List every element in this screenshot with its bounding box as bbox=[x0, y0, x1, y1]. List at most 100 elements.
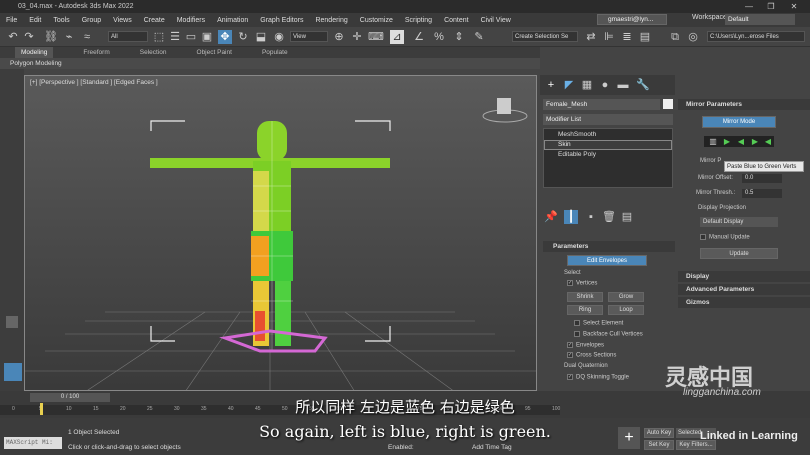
snaps-toggle-icon[interactable]: ⊿ bbox=[390, 30, 404, 44]
rotate-icon[interactable]: ↻ bbox=[236, 30, 250, 44]
reference-coordinate-dropdown[interactable]: View bbox=[290, 31, 328, 42]
mirror-icon[interactable]: ⇄ bbox=[584, 30, 598, 44]
mirror-offset-spinner[interactable]: 0.0 bbox=[742, 174, 782, 183]
make-unique-icon[interactable]: ▪ bbox=[584, 210, 598, 224]
view-cube[interactable] bbox=[482, 98, 528, 123]
stack-item-editable-poly[interactable]: Editable Poly bbox=[558, 151, 596, 158]
link-icon[interactable]: ⛓ bbox=[44, 30, 58, 44]
ribbon-tab-selection[interactable]: Selection bbox=[140, 47, 167, 58]
stack-item-skin[interactable]: Skin bbox=[558, 141, 571, 148]
backface-cull-checkbox[interactable]: Backface Cull Vertices bbox=[574, 331, 643, 338]
paste-blue-to-green-parts-icon[interactable]: ◀ bbox=[734, 135, 748, 149]
menu-scripting[interactable]: Scripting bbox=[399, 17, 438, 24]
placement-icon[interactable]: ◉ bbox=[272, 30, 286, 44]
mirror-parameters-rollout[interactable]: Mirror Parameters bbox=[678, 99, 810, 110]
hierarchy-tab-icon[interactable]: ▦ bbox=[580, 78, 594, 92]
display-tab-icon[interactable]: ▬ bbox=[616, 78, 630, 92]
edit-envelopes-button[interactable]: Edit Envelopes bbox=[567, 255, 647, 266]
shrink-button[interactable]: Shrink bbox=[567, 292, 603, 302]
menu-edit[interactable]: Edit bbox=[23, 17, 47, 24]
menu-customize[interactable]: Customize bbox=[354, 17, 399, 24]
object-color-swatch[interactable] bbox=[663, 99, 673, 109]
advanced-parameters-rollout[interactable]: Advanced Parameters bbox=[678, 284, 810, 295]
vertices-checkbox[interactable]: ✓ Vertices bbox=[567, 280, 597, 287]
menu-create[interactable]: Create bbox=[138, 17, 171, 24]
menu-views[interactable]: Views bbox=[107, 17, 138, 24]
align-icon[interactable]: ⊫ bbox=[602, 30, 616, 44]
percent-snap-icon[interactable]: % bbox=[432, 30, 446, 44]
menu-group[interactable]: Group bbox=[76, 17, 107, 24]
grow-button[interactable]: Grow bbox=[608, 292, 644, 302]
menu-file[interactable]: File bbox=[0, 17, 23, 24]
modifier-list-dropdown[interactable]: Modifier List bbox=[543, 114, 673, 125]
update-button[interactable]: Update bbox=[700, 248, 778, 259]
create-tab-icon[interactable]: + bbox=[544, 78, 558, 92]
pivot-center-icon[interactable]: ⊕ bbox=[332, 30, 346, 44]
set-key-button[interactable]: Set Key bbox=[644, 440, 674, 450]
dq-skinning-checkbox[interactable]: ✓ DQ Skinning Toggle bbox=[567, 374, 629, 381]
menu-tools[interactable]: Tools bbox=[47, 17, 75, 24]
ribbon-tab-modeling[interactable]: Modeling bbox=[15, 47, 54, 58]
spinner-snap-icon[interactable]: ⇕ bbox=[452, 30, 466, 44]
menu-rendering[interactable]: Rendering bbox=[309, 17, 353, 24]
stack-item-meshsmooth[interactable]: MeshSmooth bbox=[558, 131, 596, 138]
configure-modifier-sets-icon[interactable]: ▤ bbox=[620, 210, 634, 224]
bind-space-warp-icon[interactable]: ≈ bbox=[80, 30, 94, 44]
remove-modifier-icon[interactable]: 🗑 bbox=[602, 210, 616, 224]
restore-button[interactable]: ❐ bbox=[760, 1, 782, 12]
show-end-result-icon[interactable]: ┃ bbox=[564, 210, 578, 224]
layer-explorer-icon[interactable]: ≣ bbox=[620, 30, 634, 44]
minimize-button[interactable]: — bbox=[738, 1, 760, 12]
loop-button[interactable]: Loop bbox=[608, 305, 644, 315]
select-by-name-icon[interactable]: ☰ bbox=[168, 30, 182, 44]
unlink-icon[interactable]: ⌁ bbox=[62, 30, 76, 44]
move-icon[interactable]: ✥ bbox=[218, 30, 232, 44]
gizmos-rollout[interactable]: Gizmos bbox=[678, 297, 810, 308]
display-projection-dropdown[interactable]: Default Display bbox=[700, 217, 778, 227]
paste-green-to-blue-verts-icon[interactable]: ▶ bbox=[748, 135, 762, 149]
ring-button[interactable]: Ring bbox=[567, 305, 603, 315]
project-folder-dropdown[interactable]: C:\Users\Lyn...erose Files bbox=[707, 31, 805, 42]
menu-graph-editors[interactable]: Graph Editors bbox=[254, 17, 309, 24]
angle-snap-icon[interactable]: ∠ bbox=[412, 30, 426, 44]
window-crossing-icon[interactable]: ▣ bbox=[200, 30, 214, 44]
scale-icon[interactable]: ⬓ bbox=[254, 30, 268, 44]
toggle-ribbon-icon[interactable]: ▤ bbox=[638, 30, 652, 44]
menu-animation[interactable]: Animation bbox=[211, 17, 254, 24]
keyboard-shortcut-icon[interactable]: ⌨ bbox=[368, 30, 384, 44]
manual-update-checkbox[interactable]: Manual Update bbox=[700, 234, 750, 241]
edit-named-selection-icon[interactable]: ✎ bbox=[472, 30, 486, 44]
utilities-tab-icon[interactable]: 🔧 bbox=[636, 78, 650, 92]
display-rollout[interactable]: Display bbox=[678, 271, 810, 282]
select-object-icon[interactable]: ⬚ bbox=[152, 30, 166, 44]
add-time-tag[interactable]: Add Time Tag bbox=[472, 444, 512, 451]
select-element-checkbox[interactable]: Select Element bbox=[574, 320, 623, 327]
viewport-layout-icon[interactable] bbox=[6, 316, 18, 328]
cross-sections-checkbox[interactable]: ✓ Cross Sections bbox=[567, 352, 616, 359]
menu-civil-view[interactable]: Civil View bbox=[475, 17, 517, 24]
user-account-dropdown[interactable]: gmaestri@lyn... bbox=[597, 14, 667, 25]
select-manipulate-icon[interactable]: ✛ bbox=[350, 30, 364, 44]
paste-blue-to-green-verts-icon[interactable]: ◀ bbox=[761, 135, 775, 149]
rect-selection-icon[interactable]: ▭ bbox=[184, 30, 198, 44]
ribbon-tab-freeform[interactable]: Freeform bbox=[83, 47, 109, 58]
object-name-field[interactable]: Female_Mesh bbox=[543, 99, 660, 110]
ribbon-tab-object-paint[interactable]: Object Paint bbox=[197, 47, 232, 58]
ribbon-tab-populate[interactable]: Populate bbox=[262, 47, 288, 58]
menu-modifiers[interactable]: Modifiers bbox=[171, 17, 211, 24]
modify-tab-icon[interactable]: ◤ bbox=[562, 78, 576, 92]
menu-content[interactable]: Content bbox=[438, 17, 475, 24]
material-editor-icon[interactable]: ◎ bbox=[686, 30, 700, 44]
viewport-layout-tab[interactable] bbox=[4, 363, 22, 381]
curve-editor-icon[interactable]: ⧉ bbox=[668, 30, 682, 44]
ribbon-polygon-modeling[interactable]: Polygon Modeling bbox=[10, 60, 62, 67]
parameters-rollout[interactable]: Parameters bbox=[543, 241, 675, 252]
motion-tab-icon[interactable]: ● bbox=[598, 78, 612, 92]
named-selection-dropdown[interactable]: Create Selection Se bbox=[512, 31, 578, 42]
mirror-thresh-spinner[interactable]: 0.5 bbox=[742, 189, 782, 198]
paste-green-to-blue-parts-icon[interactable]: ▶ bbox=[720, 135, 734, 149]
perspective-viewport[interactable]: [+] [Perspective ] [Standard ] [Edged Fa… bbox=[24, 75, 537, 391]
redo-icon[interactable]: ↷ bbox=[22, 30, 36, 44]
workspace-dropdown[interactable]: Default bbox=[725, 14, 795, 25]
mirror-mode-button[interactable]: Mirror Mode bbox=[702, 116, 776, 128]
